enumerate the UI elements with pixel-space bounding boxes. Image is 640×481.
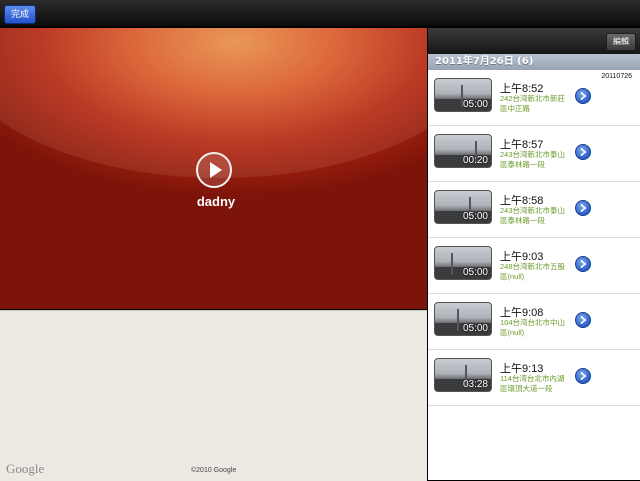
video-player[interactable]: dadny [0,28,427,309]
detail-disclosure-button[interactable] [575,312,591,328]
video-thumbnail: 00:20 [434,134,492,168]
list-item[interactable]: 05:00 上午9:08 104台湾台北市中山區(null) [428,294,640,350]
section-header: 2011年7月26日 (6) [428,54,640,70]
detail-disclosure-button[interactable] [575,256,591,272]
chevron-right-icon [580,315,587,325]
detail-disclosure-button[interactable] [575,88,591,104]
chevron-right-icon [580,371,587,381]
video-thumbnail: 05:00 [434,190,492,224]
duration-label: 05:00 [462,267,488,278]
recording-address: 248台湾新北市五股區(null) [500,262,566,281]
recording-address: 243台湾新北市泰山區泰林路一段 [500,150,566,169]
chevron-right-icon [580,91,587,101]
map-copyright: ©2010 Google [191,467,237,474]
video-thumbnail: 03:28 [434,358,492,392]
recording-list[interactable]: 20110726 05:00 上午8:52 242台湾新北市新莊區中正路 00:… [428,70,640,480]
chevron-right-icon [580,147,587,157]
list-item[interactable]: 05:00 上午8:58 243台湾新北市泰山區泰林路一段 [428,182,640,238]
list-item[interactable]: 03:28 上午9:13 114台湾台北市內湖區環頂大道一段 [428,350,640,406]
recording-address: 114台湾台北市內湖區環頂大道一段 [500,374,565,393]
video-thumbnail: 05:00 [434,246,492,280]
duration-label: 05:00 [462,99,488,110]
play-icon [210,162,222,178]
video-thumbnail: 05:00 [434,302,492,336]
video-thumbnail: 05:00 [434,78,492,112]
video-title: dadny [196,194,236,209]
duration-label: 03:28 [462,379,488,390]
list-item[interactable]: 05:00 上午8:52 242台湾新北市新莊區中正路 [428,70,640,126]
detail-disclosure-button[interactable] [575,144,591,160]
google-logo: Google [6,461,45,476]
top-toolbar: 完成 [0,0,640,27]
duration-label: 05:00 [462,211,488,222]
map-view[interactable]: Google ©2010 Google [0,310,427,481]
list-header-bar: 編輯 [428,28,640,54]
detail-disclosure-button[interactable] [575,368,591,384]
duration-label: 05:00 [462,323,488,334]
list-item[interactable]: 00:20 上午8:57 243台湾新北市泰山區泰林路一段 [428,126,640,182]
done-button[interactable]: 完成 [4,5,36,24]
chevron-right-icon [580,259,587,269]
detail-disclosure-button[interactable] [575,200,591,216]
duration-label: 00:20 [462,155,488,166]
recording-address: 242台湾新北市新莊區中正路 [500,94,566,113]
list-item[interactable]: 05:00 上午9:03 248台湾新北市五股區(null) [428,238,640,294]
chevron-right-icon [580,203,587,213]
edit-button[interactable]: 編輯 [606,33,636,51]
recording-address: 243台湾新北市泰山區泰林路一段 [500,206,566,225]
play-button[interactable] [196,152,232,188]
recording-address: 104台湾台北市中山區(null) [500,318,566,337]
